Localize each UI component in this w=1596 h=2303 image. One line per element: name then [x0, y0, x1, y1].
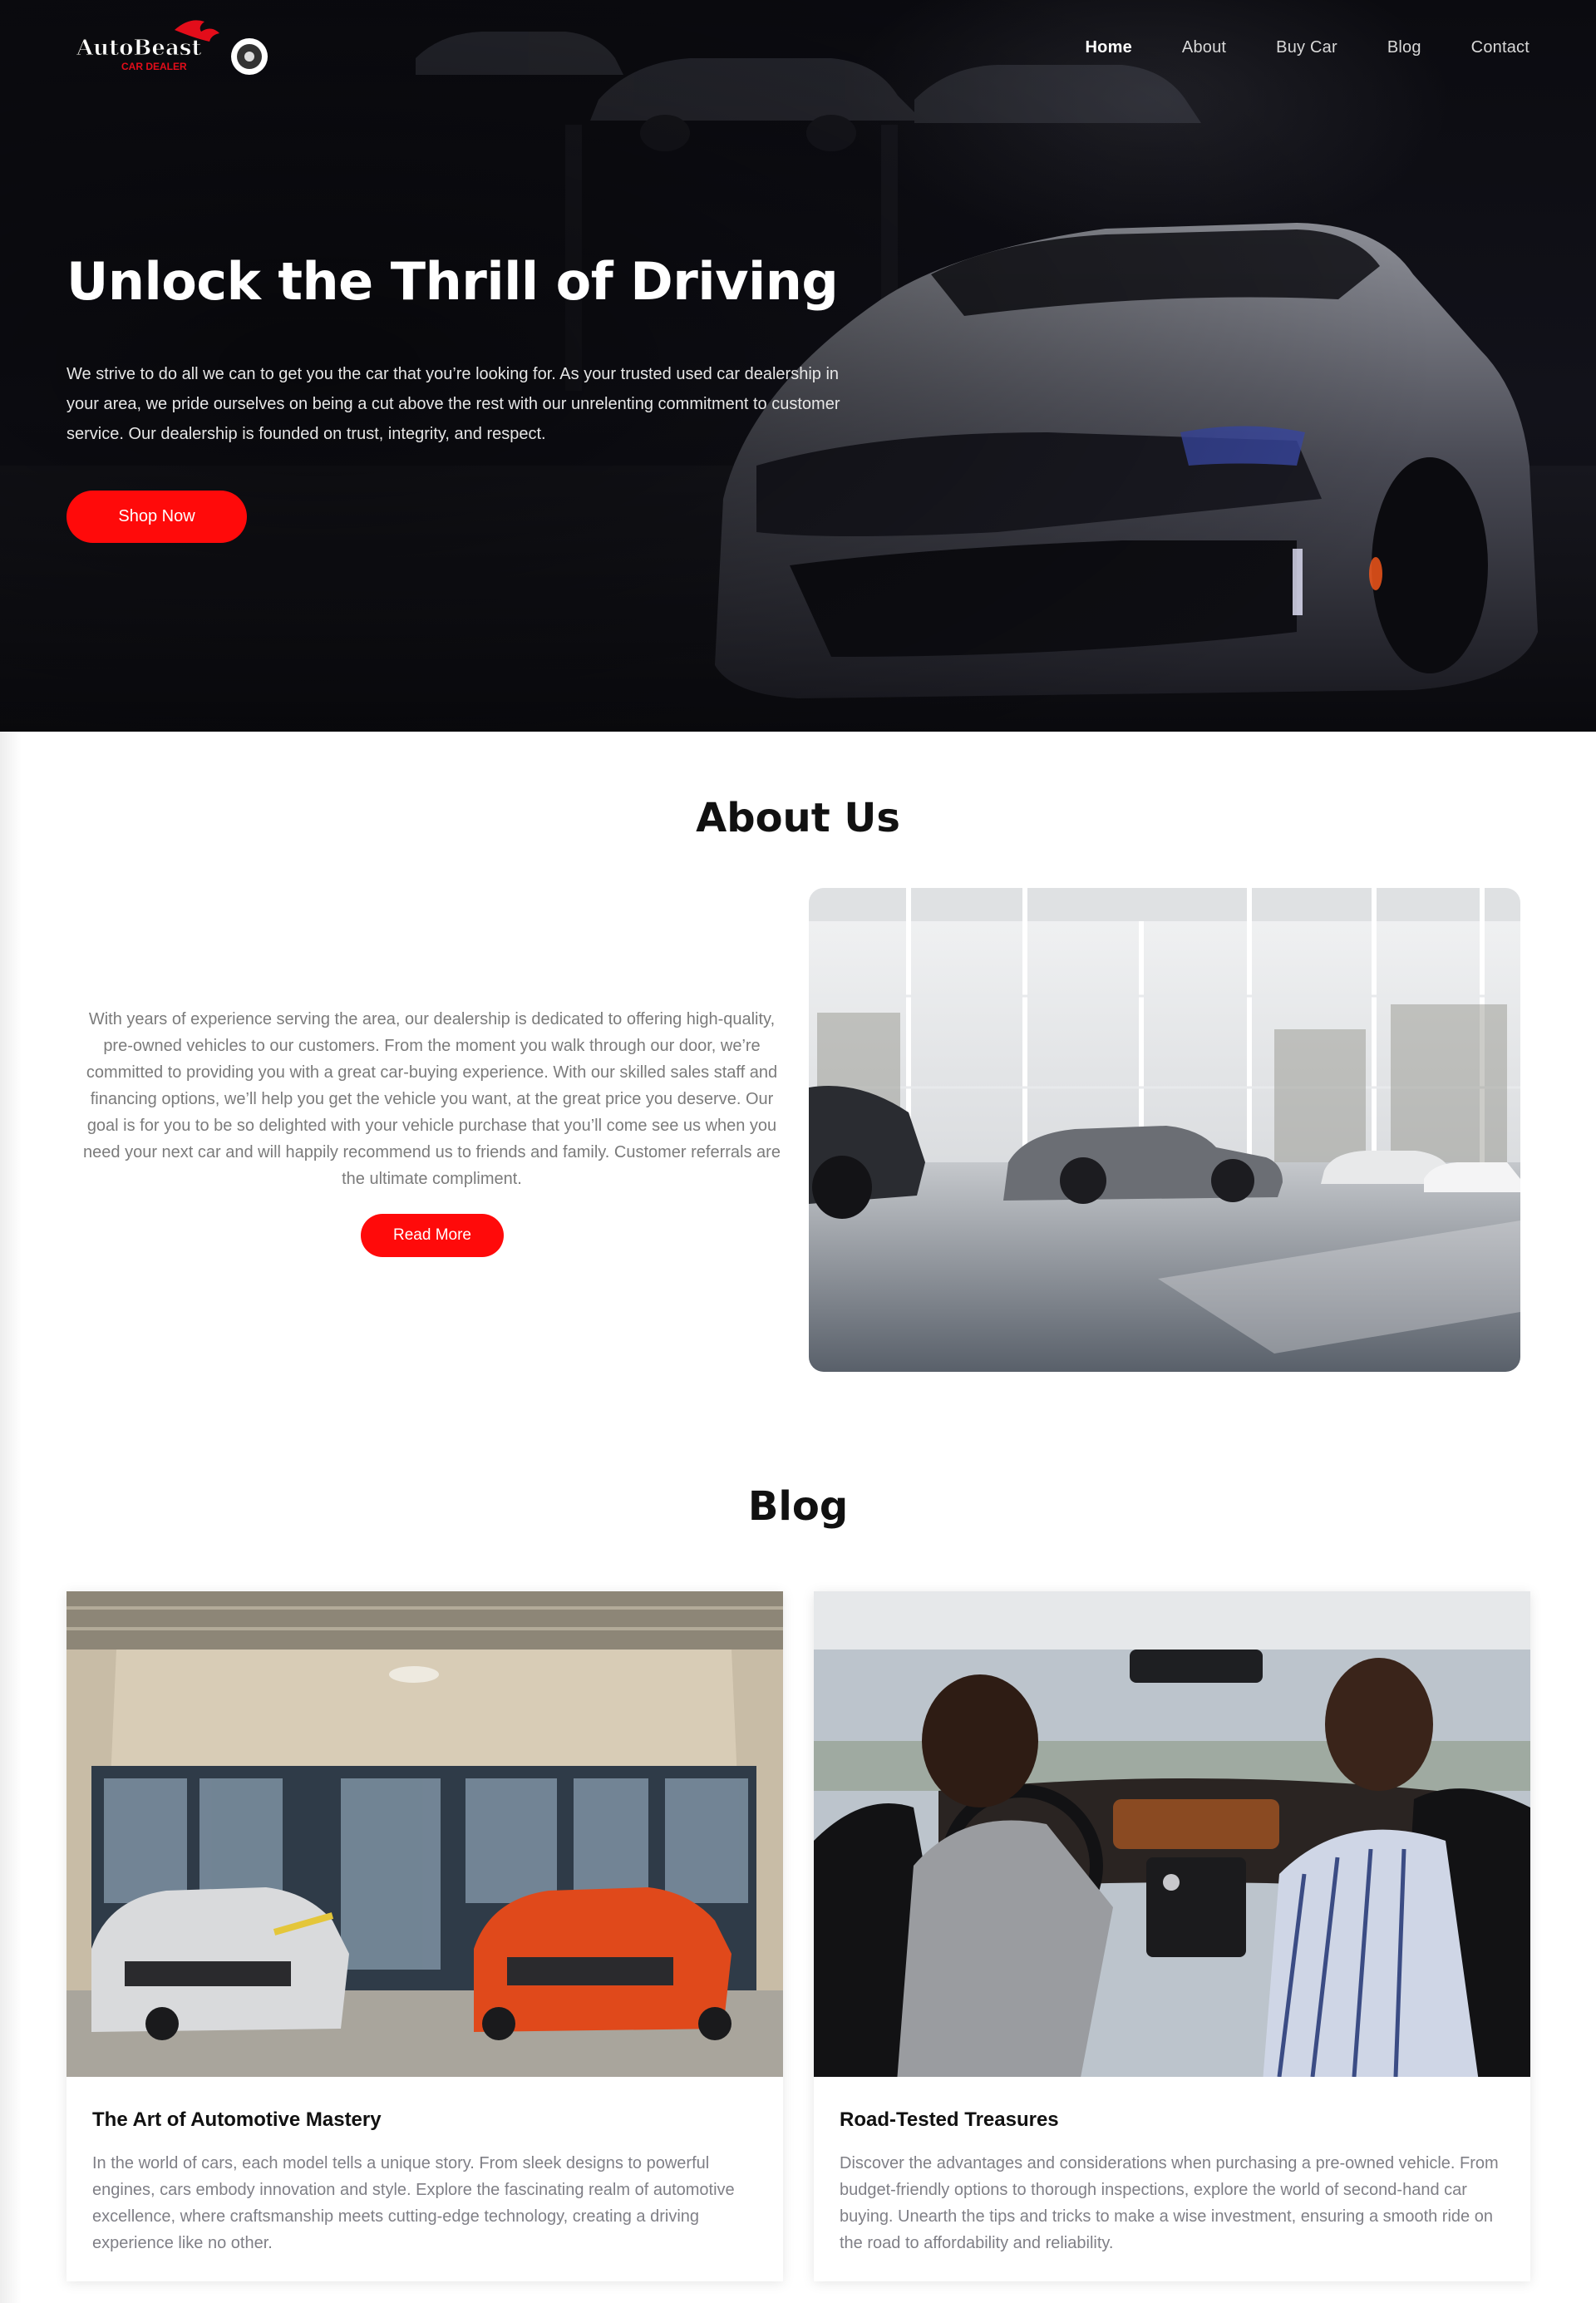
shop-now-button[interactable]: Shop Now — [66, 491, 247, 543]
about-description: With years of experience serving the are… — [83, 1010, 781, 1188]
blog-card-image — [814, 1591, 1530, 2077]
blog-card-image — [66, 1591, 783, 2077]
nav-item-about[interactable]: About — [1182, 38, 1226, 57]
hero-title: Unlock the Thrill of Driving — [66, 251, 839, 312]
hero-description: We strive to do all we can to get you th… — [66, 365, 840, 443]
blog-card-title[interactable]: Road-Tested Treasures — [840, 2108, 1505, 2132]
hero-section: AutoBeast CAR DEALER Home About Buy Car … — [0, 0, 1596, 732]
blog-card[interactable]: Road-Tested Treasures Discover the advan… — [814, 1591, 1530, 2281]
nav-item-buy-car[interactable]: Buy Car — [1276, 38, 1337, 57]
blog-card[interactable]: The Art of Automotive Mastery In the wor… — [66, 1591, 783, 2281]
blog-card-title[interactable]: The Art of Automotive Mastery — [92, 2108, 757, 2132]
read-more-button[interactable]: Read More — [361, 1214, 504, 1257]
blog-card-excerpt: In the world of cars, each model tells a… — [92, 2154, 735, 2252]
autobeast-logo[interactable]: AutoBeast CAR DEALER — [75, 15, 274, 80]
svg-text:AutoBeast: AutoBeast — [76, 36, 201, 61]
about-section-title: About Us — [696, 795, 900, 841]
nav-item-home[interactable]: Home — [1086, 38, 1132, 57]
blog-card-excerpt: Discover the advantages and consideratio… — [840, 2154, 1499, 2252]
main-nav: Home About Buy Car Blog Contact — [1086, 38, 1530, 57]
svg-text:CAR DEALER: CAR DEALER — [121, 61, 187, 72]
showroom-photo — [809, 888, 1520, 1372]
nav-item-blog[interactable]: Blog — [1387, 38, 1421, 57]
blog-section-title: Blog — [747, 1483, 849, 1530]
nav-item-contact[interactable]: Contact — [1471, 38, 1530, 57]
